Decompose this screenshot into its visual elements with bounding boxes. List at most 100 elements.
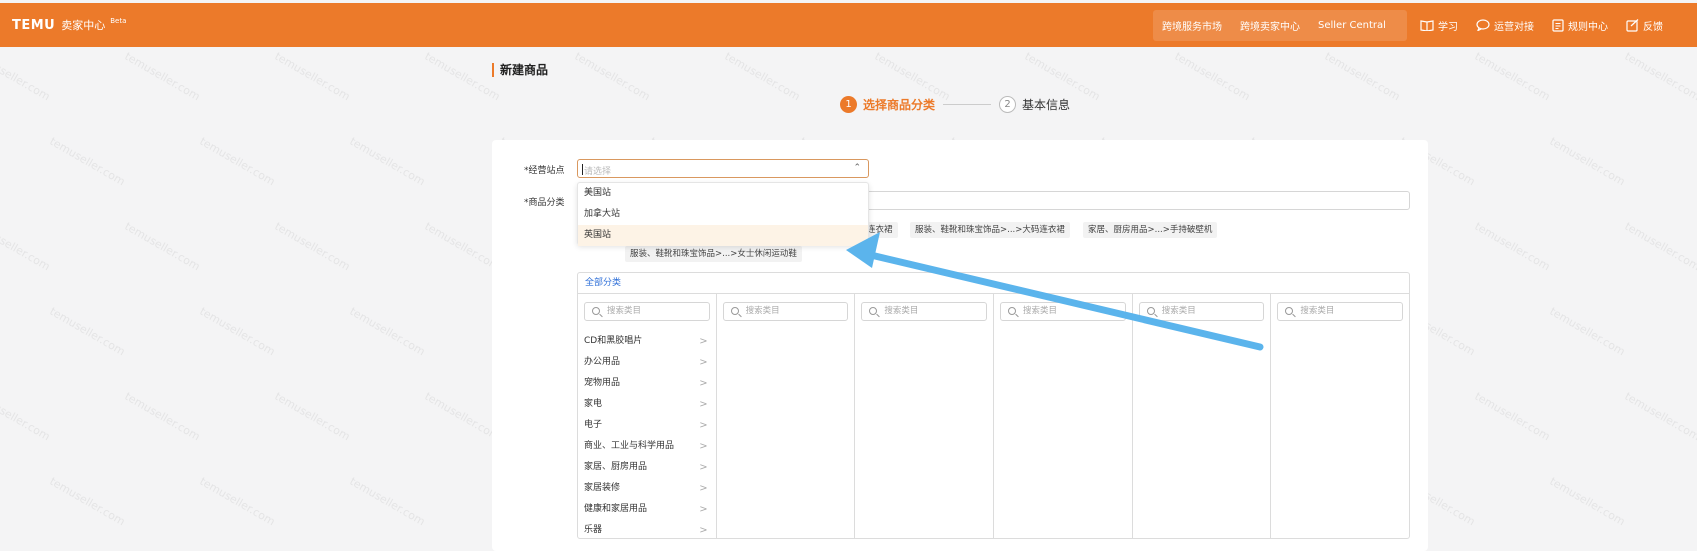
category-item[interactable]: 健康和家居用品 > — [578, 499, 716, 520]
chevron-right-icon: > — [699, 483, 708, 494]
category-item-label: 家居、厨房用品 — [584, 462, 648, 472]
category-column: 搜索类目 CD和黑胶唱片 > 办公用品 > 宠物用品 > 家电 > 电子 > 商业、工业与… — [578, 294, 717, 539]
link-crossborder-center[interactable]: 跨境卖家中心 — [1231, 18, 1309, 33]
site-label: *经营站点 — [524, 166, 565, 176]
site-dropdown: 美国站 加拿大站 英国站 — [577, 182, 869, 246]
watermark-text: temuseller.com — [1322, 49, 1403, 104]
watermark-text: temuseller.com — [572, 49, 653, 104]
header-tools: 学习 运营对接 规则中心 反馈 — [1420, 3, 1681, 47]
category-item[interactable]: 办公用品 > — [578, 352, 716, 373]
watermark-text: temuseller.com — [1547, 474, 1628, 529]
category-column: 搜索类目 — [717, 294, 856, 539]
category-item[interactable]: 家居装修 > — [578, 478, 716, 499]
recent-category-chip[interactable]: 家居、厨房用品>...>手持破壁机 — [1083, 222, 1218, 238]
watermark-text: temuseller.com — [1547, 304, 1628, 359]
chevron-right-icon: > — [699, 399, 708, 410]
app-name: 卖家中心 — [61, 19, 106, 32]
chevron-right-icon: > — [699, 504, 708, 515]
search-placeholder: 搜索类目 — [745, 306, 780, 316]
step-1-label: 选择商品分类 — [863, 98, 936, 112]
tool-feedback[interactable]: 反馈 — [1626, 18, 1663, 33]
watermark-text: temuseller.com — [197, 474, 278, 529]
tool-rules-label: 规则中心 — [1568, 21, 1608, 33]
link-service-market[interactable]: 跨境服务市场 — [1153, 18, 1231, 33]
category-search-input[interactable]: 搜索类目 — [1277, 302, 1404, 321]
site-option-us[interactable]: 美国站 — [578, 183, 868, 204]
step-divider — [943, 104, 992, 105]
search-placeholder: 搜索类目 — [884, 306, 919, 316]
chevron-up-icon: ⌃ — [853, 163, 861, 173]
watermark-text: temuseller.com — [1172, 49, 1253, 104]
chevron-right-icon: > — [699, 378, 708, 389]
tool-ops-contact[interactable]: 运营对接 — [1476, 18, 1534, 33]
watermark-text: temuseller.com — [422, 49, 503, 104]
watermark-text: temuseller.com — [422, 389, 503, 444]
text-caret — [582, 164, 583, 175]
recent-category-chip[interactable]: 服装、鞋靴和珠宝饰品>...>大码连衣裙 — [910, 222, 1070, 238]
category-search-input[interactable]: 搜索类目 — [1138, 302, 1265, 321]
search-icon — [1008, 307, 1017, 315]
category-item[interactable]: 家居、厨房用品 > — [578, 457, 716, 478]
watermark-text: temuseller.com — [272, 389, 353, 444]
search-icon — [1285, 307, 1294, 315]
chevron-right-icon: > — [699, 357, 708, 368]
step-indicator: 1 选择商品分类 2 基本信息 — [840, 96, 1070, 113]
page-title: 新建商品 — [492, 63, 548, 77]
category-item[interactable]: CD和黑胶唱片 > — [578, 331, 716, 352]
category-item-label: 商业、工业与科学用品 — [584, 441, 675, 451]
site-select-placeholder: 请选择 — [584, 167, 612, 177]
watermark-text: temuseller.com — [122, 49, 203, 104]
watermark-text: temuseller.com — [1622, 389, 1697, 444]
category-item[interactable]: 电子 > — [578, 415, 716, 436]
watermark-text: temuseller.com — [347, 304, 428, 359]
tab-all-categories[interactable]: 全部分类 — [578, 273, 1409, 294]
recent-category-chip[interactable]: 服装、鞋靴和珠宝饰品>...>女士休闲运动鞋 — [625, 246, 802, 262]
tool-feedback-label: 反馈 — [1643, 21, 1663, 33]
watermark-text: temuseller.com — [272, 49, 353, 104]
chevron-right-icon: > — [699, 441, 708, 452]
category-column: 搜索类目 — [1271, 294, 1409, 539]
chevron-right-icon: > — [699, 525, 708, 536]
category-search-input[interactable]: 搜索类目 — [584, 302, 710, 321]
category-search-input[interactable]: 搜索类目 — [861, 302, 988, 321]
watermark-text: temuseller.com — [197, 134, 278, 189]
category-search-input[interactable]: 搜索类目 — [1000, 302, 1126, 321]
site-option-uk[interactable]: 英国站 — [578, 225, 868, 246]
step-1-number: 1 — [840, 96, 857, 113]
category-list: CD和黑胶唱片 > 办公用品 > 宠物用品 > 家电 > 电子 > 商业、工业与科学用品 >… — [578, 331, 716, 541]
link-seller-central[interactable]: Seller Central — [1309, 20, 1395, 31]
temu-logo[interactable]: TEMU — [12, 18, 55, 33]
search-placeholder: 搜索类目 — [607, 306, 642, 316]
category-column: 搜索类目 — [855, 294, 995, 539]
category-search-input[interactable]: 搜索类目 — [722, 302, 849, 321]
header-links: 跨境服务市场 跨境卖家中心 Seller Central — [1153, 10, 1407, 41]
step-2-label: 基本信息 — [1022, 98, 1071, 112]
category-item-label: 家电 — [584, 399, 603, 409]
site-option-ca[interactable]: 加拿大站 — [578, 204, 868, 225]
watermark-text: temuseller.com — [272, 219, 353, 274]
watermark-text: temuseller.com — [722, 49, 803, 104]
search-icon — [869, 307, 878, 315]
chevron-right-icon: > — [699, 462, 708, 473]
watermark-text: temuseller.com — [122, 389, 203, 444]
category-item-label: 家居装修 — [584, 483, 621, 493]
search-placeholder: 搜索类目 — [1023, 306, 1058, 316]
search-icon — [1146, 307, 1155, 315]
search-placeholder: 搜索类目 — [1300, 306, 1335, 316]
category-item[interactable]: 宠物用品 > — [578, 373, 716, 394]
site-select[interactable]: 请选择 ⌃ — [577, 159, 869, 178]
watermark-text: temuseller.com — [122, 219, 203, 274]
search-icon — [592, 307, 600, 315]
category-item[interactable]: 家电 > — [578, 394, 716, 415]
category-column: 搜索类目 — [994, 294, 1133, 539]
category-item[interactable]: 乐器 > — [578, 520, 716, 541]
watermark-text: temuseller.com — [0, 49, 53, 104]
chevron-right-icon: > — [699, 420, 708, 431]
category-column: 搜索类目 — [1133, 294, 1272, 539]
watermark-text: temuseller.com — [1472, 219, 1553, 274]
tool-rules-center[interactable]: 规则中心 — [1552, 18, 1608, 33]
category-browser: 全部分类 搜索类目 CD和黑胶唱片 > 办公用品 > 宠物用品 > 家电 > 电子 > 商… — [577, 272, 1410, 539]
tool-learn[interactable]: 学习 — [1420, 18, 1458, 33]
category-item[interactable]: 商业、工业与科学用品 > — [578, 436, 716, 457]
watermark-text: temuseller.com — [422, 219, 503, 274]
